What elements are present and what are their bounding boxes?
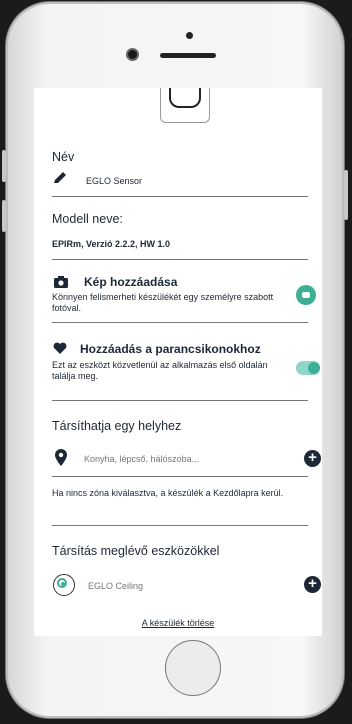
divider [52,400,308,401]
divider [52,196,308,197]
shortcuts-toggle[interactable] [296,361,320,375]
camera-lens-icon [169,88,201,108]
add-linked-device-button[interactable]: + [304,576,321,593]
location-hint: Ha nincs zóna kiválasztva, a készülék a … [52,488,284,498]
add-location-button[interactable]: + [304,450,321,467]
linked-device-name: EGLO Ceiling [88,581,144,591]
location-input[interactable]: Konyha, lépcső, hálószoba... [84,454,199,464]
divider [52,525,308,526]
home-button[interactable] [165,640,221,696]
front-camera [128,50,137,59]
divider [52,259,308,260]
linked-title: Társítás meglévő eszközökkel [52,544,220,558]
toggle-knob [308,362,320,374]
photo-title: Kép hozzáadása [84,275,178,289]
pencil-icon[interactable] [52,171,68,190]
delete-device-link[interactable]: A készülék törlése [34,618,322,628]
device-ring-dot [61,582,65,586]
app-screen: Név EGLO Sensor Modell neve: EPIRm, Verz… [34,88,322,636]
divider [52,322,308,323]
name-label: Név [52,150,75,164]
divider [52,476,308,477]
device-image[interactable] [160,88,210,123]
model-label: Modell neve: [52,212,123,226]
shortcuts-title: Hozzáadás a parancsikonokhoz [80,342,261,356]
phone-power-button [344,170,348,220]
phone-side-button [2,150,6,182]
location-pin-icon [55,449,67,471]
model-value: EPIRm, Verzió 2.2.2, HW 1.0 [52,239,171,249]
photo-add-button[interactable] [296,285,316,305]
photo-description: Könnyen felismerheti készülékét egy szem… [52,292,274,313]
photo-add-icon [302,292,310,298]
shortcuts-description: Ezt az eszközt közvetlenül az alkalmazás… [52,360,268,381]
device-ring-icon [53,574,75,596]
phone-side-button [2,200,6,232]
device-name-field[interactable]: EGLO Sensor [86,176,142,186]
heart-icon [53,342,67,360]
camera-icon [54,275,68,293]
location-title: Társíthatja egy helyhez [52,419,182,433]
earpiece-speaker [160,53,216,58]
front-sensor [186,32,193,39]
